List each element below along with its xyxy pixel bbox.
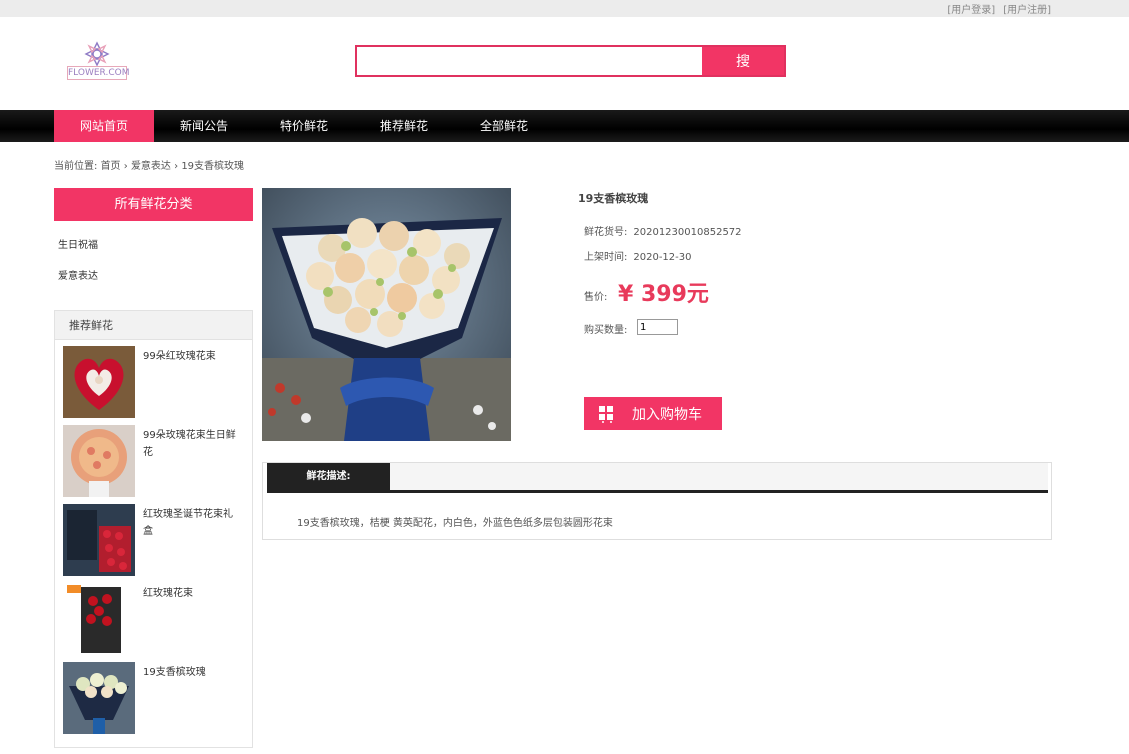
user-links: [用户登录] [用户注册]	[947, 1, 1051, 16]
breadcrumb-prefix: 当前位置:	[54, 161, 98, 172]
recommend-panel: 推荐鲜花 99朵红玫瑰花束 99朵玫瑰花束生日鲜花 红玫瑰圣诞节花束礼盒 红玫瑰…	[54, 310, 253, 748]
breadcrumb-separator: ›	[123, 161, 128, 172]
price-label: 售价:	[584, 292, 608, 303]
description-tabbar: 鲜花描述:	[267, 463, 1048, 493]
product-date-row: 上架时间: 2020-12-30	[584, 248, 692, 263]
top-bar: [用户登录] [用户注册]	[0, 0, 1129, 17]
product-thumbnail[interactable]	[63, 504, 135, 576]
breadcrumb-category[interactable]: 爱意表达	[131, 161, 171, 172]
product-thumbnail[interactable]	[63, 346, 135, 418]
search-bar: 搜	[355, 45, 786, 77]
add-to-cart-label: 加入购物车	[632, 405, 702, 422]
product-main-image	[262, 188, 511, 441]
category-title: 所有鲜花分类	[54, 188, 253, 221]
flower-logo-icon	[84, 41, 110, 67]
breadcrumb-home[interactable]: 首页	[101, 161, 121, 172]
recommend-item[interactable]: 红玫瑰花束	[63, 583, 243, 655]
category-love[interactable]: 爱意表达	[58, 267, 98, 282]
logo-text: FLOWER.COM	[67, 66, 130, 80]
recommend-item-name[interactable]: 红玫瑰花束	[143, 585, 239, 602]
nav-home[interactable]: 网站首页	[54, 110, 154, 142]
recommend-item-name[interactable]: 99朵红玫瑰花束	[143, 348, 239, 365]
breadcrumb-current: 19支香槟玫瑰	[181, 161, 245, 172]
nav-recommend[interactable]: 推荐鲜花	[354, 110, 454, 142]
product-thumbnail[interactable]	[63, 583, 135, 655]
category-birthday[interactable]: 生日祝福	[58, 236, 98, 251]
nav-news[interactable]: 新闻公告	[154, 110, 254, 142]
date-value: 2020-12-30	[633, 252, 692, 263]
recommend-item-name[interactable]: 99朵玫瑰花束生日鲜花	[143, 427, 239, 461]
recommend-title: 推荐鲜花	[55, 311, 252, 340]
nav-all[interactable]: 全部鲜花	[454, 110, 554, 142]
add-to-cart-button[interactable]: 加入购物车	[584, 397, 722, 430]
product-sku-row: 鲜花货号: 20201230010852572	[584, 223, 742, 238]
rose-bouquet-image	[262, 188, 511, 441]
register-link[interactable]: [用户注册]	[1003, 1, 1051, 16]
product-thumbnail[interactable]	[63, 425, 135, 497]
tab-description[interactable]: 鲜花描述:	[267, 463, 390, 491]
recommend-item[interactable]: 99朵玫瑰花束生日鲜花	[63, 425, 243, 497]
site-logo[interactable]: FLOWER.COM	[67, 40, 130, 82]
breadcrumb-separator: ›	[174, 161, 179, 172]
quantity-input[interactable]	[637, 319, 678, 335]
recommend-item[interactable]: 19支香槟玫瑰	[63, 662, 243, 734]
nav-special[interactable]: 特价鲜花	[254, 110, 354, 142]
breadcrumb: 当前位置: 首页 › 爱意表达 › 19支香槟玫瑰	[54, 157, 244, 172]
price-value: ¥ 399元	[618, 282, 709, 307]
recommend-item-name[interactable]: 红玫瑰圣诞节花束礼盒	[143, 506, 239, 540]
login-link[interactable]: [用户登录]	[947, 1, 995, 16]
sku-value: 20201230010852572	[633, 227, 742, 238]
recommend-item[interactable]: 红玫瑰圣诞节花束礼盒	[63, 504, 243, 576]
main-nav: 网站首页 新闻公告 特价鲜花 推荐鲜花 全部鲜花	[0, 110, 1129, 142]
sku-label: 鲜花货号:	[584, 227, 628, 238]
recommend-item[interactable]: 99朵红玫瑰花束	[63, 346, 243, 418]
product-thumbnail[interactable]	[63, 662, 135, 734]
product-title: 19支香槟玫瑰	[578, 192, 649, 205]
search-input[interactable]	[357, 47, 702, 75]
search-button[interactable]: 搜	[702, 47, 784, 75]
date-label: 上架时间:	[584, 252, 628, 263]
description-panel: 鲜花描述: 19支香槟玫瑰，桔梗 黄英配花，内白色，外蓝色色纸多层包装圆形花束	[262, 462, 1052, 540]
recommend-item-name[interactable]: 19支香槟玫瑰	[143, 664, 239, 681]
quantity-label: 购买数量:	[584, 325, 628, 336]
description-text: 19支香槟玫瑰，桔梗 黄英配花，内白色，外蓝色色纸多层包装圆形花束	[297, 518, 613, 529]
cart-icon	[599, 405, 613, 423]
